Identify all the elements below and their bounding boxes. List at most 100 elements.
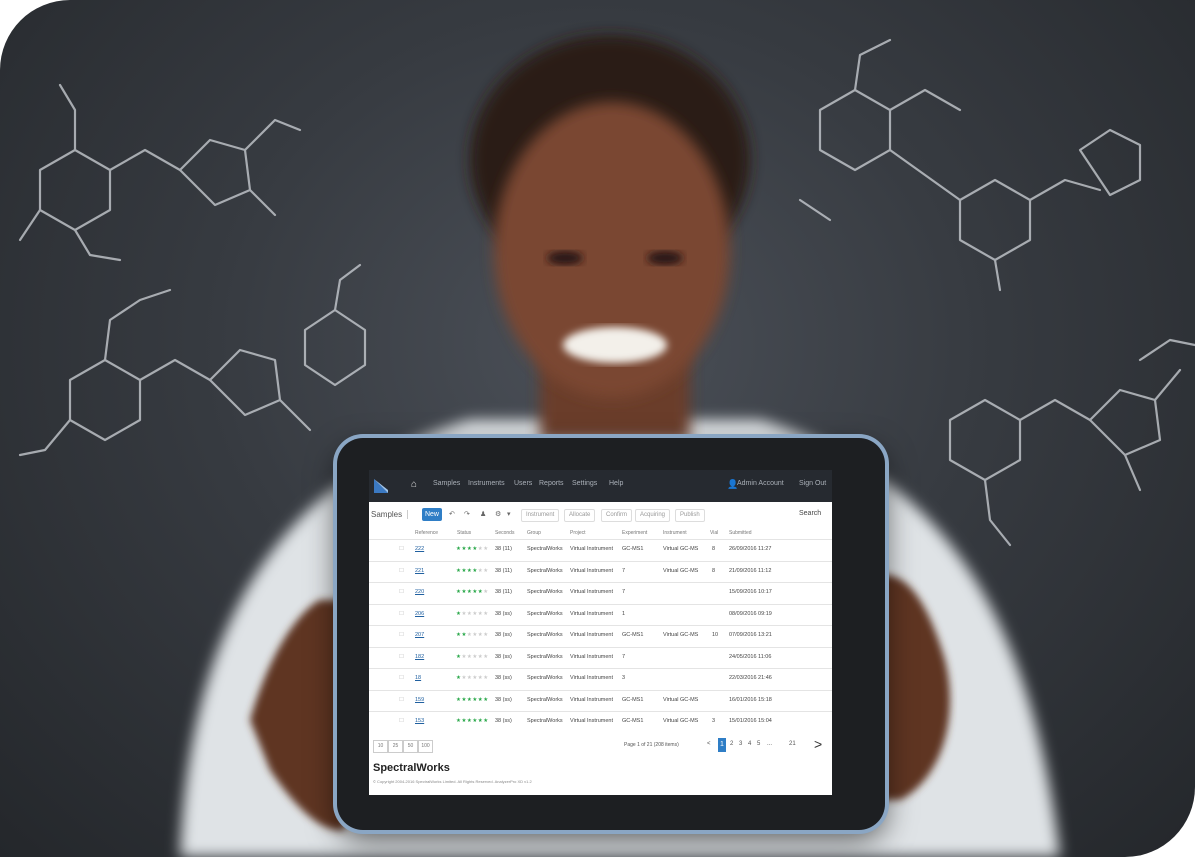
- cell-reference[interactable]: 222: [415, 546, 424, 552]
- cell-experiment: 7: [622, 589, 626, 595]
- header-experiment[interactable]: Experiment: [622, 530, 647, 536]
- cell-status: ★★★★★★: [456, 610, 489, 617]
- nav-reports[interactable]: Reports: [539, 480, 564, 487]
- header-submitted[interactable]: Submitted: [729, 530, 752, 536]
- header-instrument[interactable]: Instrument: [663, 530, 687, 536]
- cell-project: Virtual Instrument: [570, 632, 614, 638]
- cell-status: ★★★★★★: [456, 675, 489, 681]
- tab-samples[interactable]: Samples: [371, 510, 409, 519]
- acquiring-filter-button[interactable]: Acquiring: [635, 509, 671, 522]
- cell-reference[interactable]: 220: [415, 589, 424, 595]
- row-checkbox[interactable]: ☐: [399, 654, 404, 660]
- row-checkbox[interactable]: ☐: [399, 568, 404, 574]
- header-group[interactable]: Group: [527, 530, 541, 536]
- spectralworks-brand: SpectralWorks: [373, 762, 450, 774]
- row-checkbox[interactable]: ☐: [399, 632, 404, 638]
- row-checkbox[interactable]: ☐: [399, 675, 404, 681]
- page-4-button[interactable]: 4: [748, 741, 751, 747]
- row-checkbox[interactable]: ☐: [399, 718, 404, 724]
- cell-status: ★★★★★★: [456, 718, 489, 724]
- search-button[interactable]: Search: [799, 510, 821, 517]
- nav-instruments[interactable]: Instruments: [468, 480, 505, 487]
- cell-group: SpectralWorks: [527, 610, 563, 617]
- page-2-button[interactable]: 2: [730, 741, 733, 747]
- cell-reference[interactable]: 18: [415, 675, 421, 681]
- cell-experiment: GC-MS1: [622, 546, 644, 552]
- nav-help[interactable]: Help: [609, 480, 623, 487]
- header-status[interactable]: Status: [457, 530, 471, 536]
- confirm-filter-button[interactable]: Confirm: [601, 509, 633, 522]
- cell-instrument: Virtual GC-MS: [663, 567, 699, 574]
- row-checkbox[interactable]: ☐: [399, 611, 404, 617]
- cell-reference[interactable]: 221: [415, 568, 424, 574]
- page-size-10[interactable]: 10: [373, 740, 388, 753]
- page-last-button[interactable]: 21: [789, 741, 796, 747]
- header-seconds[interactable]: Seconds: [495, 530, 514, 536]
- header-vial[interactable]: Vial: [710, 530, 718, 536]
- tablet-screen: ⌂ Samples Instruments Users Reports Sett…: [369, 470, 832, 795]
- cell-reference[interactable]: 206: [415, 611, 424, 617]
- publish-filter-button[interactable]: Publish: [675, 509, 705, 522]
- row-checkbox[interactable]: ☐: [399, 697, 404, 703]
- cell-project: Virtual Instrument: [570, 610, 614, 617]
- cell-reference[interactable]: 207: [415, 632, 424, 638]
- cell-project: Virtual Instrument: [570, 718, 614, 724]
- nav-samples[interactable]: Samples: [433, 480, 460, 487]
- cell-experiment: 3: [622, 675, 626, 681]
- table-row[interactable]: ☐ 207 ★★★★★★ 38 (ss) SpectralWorks Virtual In…: [369, 625, 832, 645]
- table-row[interactable]: ☐ 18 ★★★★★★ 38 (ss) SpectralWorks Virtual Ins…: [369, 668, 832, 688]
- page-1-button[interactable]: 1: [718, 738, 726, 752]
- cell-group: SpectralWorks: [527, 718, 563, 724]
- cell-status: ★★★★★★: [456, 546, 489, 552]
- new-button[interactable]: New: [422, 508, 442, 521]
- table-row[interactable]: ☐ 221 ★★★★★★ 38 (11) SpectralWorks Virtual In…: [369, 560, 832, 581]
- cell-group: SpectralWorks: [527, 696, 563, 703]
- user-filter-icon[interactable]: ♟: [480, 510, 486, 518]
- cell-vial: 10: [712, 632, 719, 638]
- undo-icon[interactable]: ↶: [449, 510, 455, 518]
- cell-reference[interactable]: 182: [415, 654, 424, 660]
- cell-group: SpectralWorks: [527, 546, 563, 552]
- cell-status: ★★★★★★: [456, 696, 489, 703]
- cell-project: Virtual Instrument: [570, 675, 614, 681]
- row-checkbox[interactable]: ☐: [399, 546, 404, 552]
- page-3-button[interactable]: 3: [739, 741, 742, 747]
- table-row[interactable]: ☐ 222 ★★★★★★ 38 (11) SpectralWorks Virtual In…: [369, 539, 832, 559]
- page-size-50[interactable]: 50: [403, 740, 418, 753]
- user-account-link[interactable]: Admin Account: [737, 480, 784, 487]
- cell-group: SpectralWorks: [527, 589, 563, 595]
- cell-submitted: 22/03/2016 21:46: [729, 675, 772, 681]
- cell-seconds: 38 (ss): [495, 718, 512, 724]
- header-reference[interactable]: Reference: [415, 530, 438, 536]
- page-prev-button[interactable]: <: [707, 741, 711, 747]
- allocate-filter-button[interactable]: Allocate: [564, 509, 596, 522]
- cell-project: Virtual Instrument: [570, 589, 614, 595]
- instrument-filter-button[interactable]: Instrument: [521, 509, 560, 522]
- header-project[interactable]: Project: [570, 530, 586, 536]
- nav-settings[interactable]: Settings: [572, 480, 597, 487]
- page-size-100[interactable]: 100: [418, 740, 433, 753]
- table-row[interactable]: ☐ 206 ★★★★★★ 38 (ss) SpectralWorks Virtual In…: [369, 603, 832, 624]
- home-icon[interactable]: ⌂: [411, 479, 417, 490]
- row-checkbox[interactable]: ☐: [399, 589, 404, 595]
- cell-submitted: 26/09/2016 11:27: [729, 546, 772, 552]
- cell-reference[interactable]: 153: [415, 718, 424, 724]
- cell-instrument: Virtual GC-MS: [663, 696, 699, 703]
- page-size-25[interactable]: 25: [388, 740, 403, 753]
- redo-icon[interactable]: ↷: [464, 510, 470, 518]
- page-summary: Page 1 of 21 (208 items): [624, 742, 679, 748]
- cell-reference[interactable]: 159: [415, 697, 424, 703]
- cell-instrument: Virtual GC-MS: [663, 718, 699, 724]
- gear-icon[interactable]: ⚙: [495, 510, 501, 518]
- cell-experiment: GC-MS1: [622, 718, 644, 724]
- table-row[interactable]: ☐ 153 ★★★★★★ 38 (ss) SpectralWorks Virtual In…: [369, 711, 832, 731]
- chevron-down-icon[interactable]: ▾: [507, 510, 511, 518]
- sign-out-link[interactable]: Sign Out: [799, 480, 826, 487]
- table-row[interactable]: ☐ 159 ★★★★★★ 38 (ss) SpectralWorks Virtual In…: [369, 689, 832, 710]
- page-next-button[interactable]: >: [814, 736, 822, 752]
- nav-users[interactable]: Users: [514, 480, 532, 487]
- cell-submitted: 16/01/2016 15:18: [729, 696, 772, 703]
- table-row[interactable]: ☐ 220 ★★★★★★ 38 (11) SpectralWorks Virtual In…: [369, 582, 832, 602]
- table-row[interactable]: ☐ 182 ★★★★★★ 38 (ss) SpectralWorks Virtual In…: [369, 646, 832, 667]
- page-5-button[interactable]: 5: [757, 741, 760, 747]
